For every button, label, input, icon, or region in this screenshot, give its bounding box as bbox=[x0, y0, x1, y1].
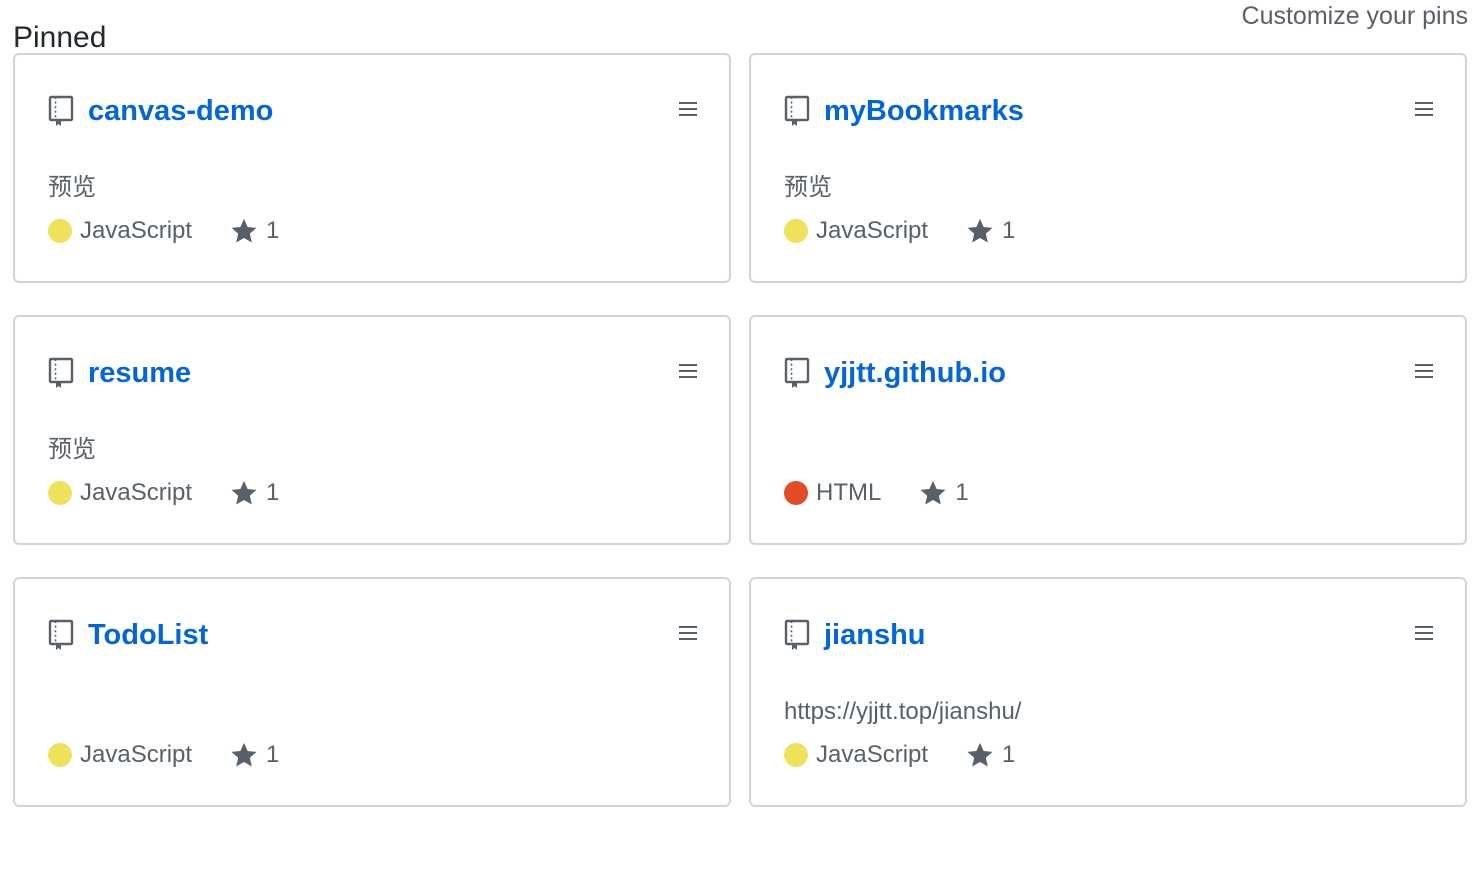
repo-name-link[interactable]: myBookmarks bbox=[824, 91, 1024, 131]
language-color-dot bbox=[784, 743, 808, 767]
repo-name-link[interactable]: jianshu bbox=[824, 615, 926, 655]
pinned-repo-card: jianshu https://yjjtt.top/jianshu/ JavaS… bbox=[749, 577, 1467, 807]
pinned-repo-card: resume 预览 JavaScript 1 bbox=[13, 315, 731, 545]
language-color-dot bbox=[48, 743, 72, 767]
repo-meta: JavaScript 1 bbox=[784, 738, 1015, 772]
grabber-icon[interactable] bbox=[1415, 101, 1433, 117]
pinned-repo-card: yjjtt.github.io HTML 1 bbox=[749, 315, 1467, 545]
repo-meta: JavaScript 1 bbox=[48, 476, 279, 510]
repo-meta: JavaScript 1 bbox=[48, 738, 279, 772]
repo-icon bbox=[48, 95, 74, 126]
grabber-icon[interactable] bbox=[1415, 363, 1433, 379]
stargazers-link[interactable]: 1 bbox=[230, 217, 279, 245]
repo-icon bbox=[48, 357, 74, 388]
star-icon bbox=[967, 742, 993, 767]
star-count: 1 bbox=[1002, 741, 1016, 768]
repo-icon bbox=[48, 619, 74, 650]
grabber-icon[interactable] bbox=[1415, 625, 1433, 641]
repo-description: 预览 bbox=[784, 174, 832, 201]
stargazers-link[interactable]: 1 bbox=[966, 217, 1015, 245]
repo-meta: JavaScript 1 bbox=[784, 214, 1015, 248]
repo-name-link[interactable]: canvas-demo bbox=[88, 91, 273, 131]
star-count: 1 bbox=[266, 479, 280, 506]
grabber-icon[interactable] bbox=[679, 625, 697, 641]
language-name: HTML bbox=[816, 479, 882, 506]
repo-description: 预览 bbox=[48, 174, 96, 201]
stargazers-link[interactable]: 1 bbox=[230, 479, 279, 507]
stargazers-link[interactable]: 1 bbox=[966, 741, 1015, 769]
pinned-header: Pinned Customize your pins bbox=[13, 0, 1468, 54]
repo-description: https://yjjtt.top/jianshu/ bbox=[784, 698, 1022, 725]
star-icon bbox=[967, 218, 993, 243]
language-color-dot bbox=[48, 481, 72, 505]
language-name: JavaScript bbox=[816, 217, 929, 244]
pinned-repo-card: myBookmarks 预览 JavaScript 1 bbox=[749, 53, 1467, 283]
repo-name-link[interactable]: TodoList bbox=[88, 615, 208, 655]
repo-icon bbox=[784, 619, 810, 650]
language-color-dot bbox=[784, 481, 808, 505]
star-icon bbox=[231, 480, 257, 505]
language-color-dot bbox=[48, 219, 72, 243]
star-count: 1 bbox=[1002, 217, 1016, 244]
star-icon bbox=[920, 480, 946, 505]
grabber-icon[interactable] bbox=[679, 101, 697, 117]
repo-name-link[interactable]: yjjtt.github.io bbox=[824, 353, 1006, 393]
star-count: 1 bbox=[266, 741, 280, 768]
stargazers-link[interactable]: 1 bbox=[919, 479, 969, 507]
repo-meta: HTML 1 bbox=[784, 476, 969, 510]
star-icon bbox=[231, 218, 257, 243]
repo-name-link[interactable]: resume bbox=[88, 353, 191, 393]
language-color-dot bbox=[784, 219, 808, 243]
customize-pins-link[interactable]: Customize your pins bbox=[1242, 0, 1468, 32]
repo-icon bbox=[784, 357, 810, 388]
repo-icon bbox=[784, 95, 810, 126]
star-count: 1 bbox=[266, 217, 280, 244]
stargazers-link[interactable]: 1 bbox=[230, 741, 279, 769]
repo-meta: JavaScript 1 bbox=[48, 214, 279, 248]
pinned-title: Pinned bbox=[13, 20, 107, 54]
pinned-repo-card: canvas-demo 预览 JavaScript 1 bbox=[13, 53, 731, 283]
star-icon bbox=[231, 742, 257, 767]
repo-description: 预览 bbox=[48, 436, 96, 463]
language-name: JavaScript bbox=[80, 741, 193, 768]
pinned-repo-card: TodoList JavaScript 1 bbox=[13, 577, 731, 807]
star-count: 1 bbox=[955, 479, 969, 506]
grabber-icon[interactable] bbox=[679, 363, 697, 379]
language-name: JavaScript bbox=[80, 217, 193, 244]
language-name: JavaScript bbox=[80, 479, 193, 506]
pinned-repos-grid: canvas-demo 预览 JavaScript 1 myBookmarks bbox=[13, 53, 1468, 807]
language-name: JavaScript bbox=[816, 741, 929, 768]
